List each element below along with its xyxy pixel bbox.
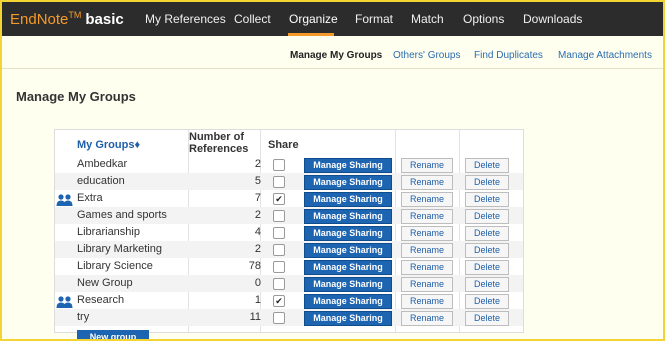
table-row: New Group 0 Manage Sharing Rename Delete <box>55 275 523 292</box>
share-checkbox[interactable]: ✔ <box>273 295 285 307</box>
my-groups-header[interactable]: My Groups♦ <box>77 139 140 151</box>
share-checkbox[interactable] <box>273 244 285 256</box>
refs-header-line2: References <box>189 143 249 155</box>
delete-button[interactable]: Delete <box>465 192 509 207</box>
nav-format[interactable]: Format <box>355 12 393 26</box>
manage-sharing-button[interactable]: Manage Sharing <box>304 175 392 190</box>
table-row: Library Science 78 Manage Sharing Rename Del… <box>55 258 523 275</box>
share-checkbox[interactable] <box>273 278 285 290</box>
group-name[interactable]: try <box>77 311 89 323</box>
reference-count: 4 <box>254 226 261 238</box>
delete-button[interactable]: Delete <box>465 294 509 309</box>
app-frame: EndNoteTM basic My References Collect Org… <box>0 0 665 341</box>
table-row: Library Marketing 2 Manage Sharing Rename De… <box>55 241 523 258</box>
share-checkbox[interactable] <box>273 176 285 188</box>
table-row: try 11 Manage Sharing Rename Delete <box>55 309 523 326</box>
table-row: Extra 7 ✔ Manage Sharing Rename Delete <box>55 190 523 207</box>
sub-navbar: Manage My Groups Others' Groups Find Dup… <box>2 36 663 69</box>
rename-button[interactable]: Rename <box>401 294 453 309</box>
logo-tm: TM <box>68 10 82 20</box>
groups-table: My Groups♦ Number of References Share Am… <box>54 129 524 339</box>
delete-button[interactable]: Delete <box>465 311 509 326</box>
share-checkbox[interactable] <box>273 227 285 239</box>
share-checkbox[interactable] <box>273 312 285 324</box>
delete-button[interactable]: Delete <box>465 260 509 275</box>
manage-sharing-button[interactable]: Manage Sharing <box>304 311 392 326</box>
nav-collect[interactable]: Collect <box>234 12 271 26</box>
reference-count: 5 <box>254 175 261 187</box>
nav-options[interactable]: Options <box>463 12 504 26</box>
delete-button[interactable]: Delete <box>465 158 509 173</box>
table-row: Research 1 ✔ Manage Sharing Rename Delete <box>55 292 523 309</box>
rename-button[interactable]: Rename <box>401 158 453 173</box>
new-group-button[interactable]: New group <box>77 330 149 339</box>
rename-button[interactable]: Rename <box>401 243 453 258</box>
group-name[interactable]: New Group <box>77 277 133 289</box>
group-name[interactable]: Games and sports <box>77 209 167 221</box>
share-checkbox[interactable] <box>273 159 285 171</box>
nav-downloads[interactable]: Downloads <box>523 12 582 26</box>
logo-edition: basic <box>85 11 124 28</box>
rename-button[interactable]: Rename <box>401 277 453 292</box>
manage-sharing-button[interactable]: Manage Sharing <box>304 226 392 241</box>
reference-count: 2 <box>254 243 261 255</box>
reference-count: 1 <box>254 294 261 306</box>
subnav-others-groups[interactable]: Others' Groups <box>393 50 461 61</box>
manage-sharing-button[interactable]: Manage Sharing <box>304 243 392 258</box>
rename-button[interactable]: Rename <box>401 260 453 275</box>
shared-group-icon <box>56 295 74 308</box>
rename-button[interactable]: Rename <box>401 209 453 224</box>
subnav-find-duplicates[interactable]: Find Duplicates <box>474 50 543 61</box>
table-row: Games and sports 2 Manage Sharing Rename Del… <box>55 207 523 224</box>
endnote-logo[interactable]: EndNoteTM basic <box>10 10 124 28</box>
nav-my-references[interactable]: My References <box>145 12 226 26</box>
manage-sharing-button[interactable]: Manage Sharing <box>304 192 392 207</box>
table-row: education 5 Manage Sharing Rename Delete <box>55 173 523 190</box>
rename-button[interactable]: Rename <box>401 175 453 190</box>
reference-count: 7 <box>254 192 261 204</box>
page-title: Manage My Groups <box>16 89 136 104</box>
rename-button[interactable]: Rename <box>401 226 453 241</box>
table-row: Librarianship 4 Manage Sharing Rename Delete <box>55 224 523 241</box>
delete-button[interactable]: Delete <box>465 277 509 292</box>
subnav-manage-my-groups[interactable]: Manage My Groups <box>290 50 382 61</box>
share-checkbox[interactable]: ✔ <box>273 193 285 205</box>
table-row: Ambedkar 2 Manage Sharing Rename Delete <box>55 156 523 173</box>
share-checkbox[interactable] <box>273 210 285 222</box>
manage-sharing-button[interactable]: Manage Sharing <box>304 277 392 292</box>
manage-sharing-button[interactable]: Manage Sharing <box>304 209 392 224</box>
group-name[interactable]: education <box>77 175 125 187</box>
refs-header-line1: Number of <box>189 131 244 143</box>
nav-organize[interactable]: Organize <box>289 12 338 26</box>
nav-match[interactable]: Match <box>411 12 444 26</box>
delete-button[interactable]: Delete <box>465 226 509 241</box>
group-name[interactable]: Library Science <box>77 260 153 272</box>
rename-button[interactable]: Rename <box>401 192 453 207</box>
group-name[interactable]: Extra <box>77 192 103 204</box>
delete-button[interactable]: Delete <box>465 209 509 224</box>
logo-brand: EndNote <box>10 11 69 28</box>
top-navbar: EndNoteTM basic My References Collect Org… <box>2 2 663 36</box>
manage-sharing-button[interactable]: Manage Sharing <box>304 158 392 173</box>
group-name[interactable]: Research <box>77 294 124 306</box>
share-checkbox[interactable] <box>273 261 285 273</box>
sort-icon: ♦ <box>134 139 141 151</box>
my-groups-header-label: My Groups <box>77 139 135 151</box>
reference-count: 78 <box>248 260 261 272</box>
manage-sharing-button[interactable]: Manage Sharing <box>304 294 392 309</box>
reference-count: 2 <box>254 158 261 170</box>
subnav-manage-attachments[interactable]: Manage Attachments <box>558 50 652 61</box>
reference-count: 2 <box>254 209 261 221</box>
delete-button[interactable]: Delete <box>465 175 509 190</box>
rename-button[interactable]: Rename <box>401 311 453 326</box>
group-name[interactable]: Ambedkar <box>77 158 127 170</box>
reference-count: 11 <box>249 311 261 323</box>
group-name[interactable]: Library Marketing <box>77 243 162 255</box>
group-name[interactable]: Librarianship <box>77 226 140 238</box>
delete-button[interactable]: Delete <box>465 243 509 258</box>
shared-group-icon <box>56 193 74 206</box>
manage-sharing-button[interactable]: Manage Sharing <box>304 260 392 275</box>
share-header: Share <box>268 139 299 151</box>
reference-count: 0 <box>254 277 261 289</box>
